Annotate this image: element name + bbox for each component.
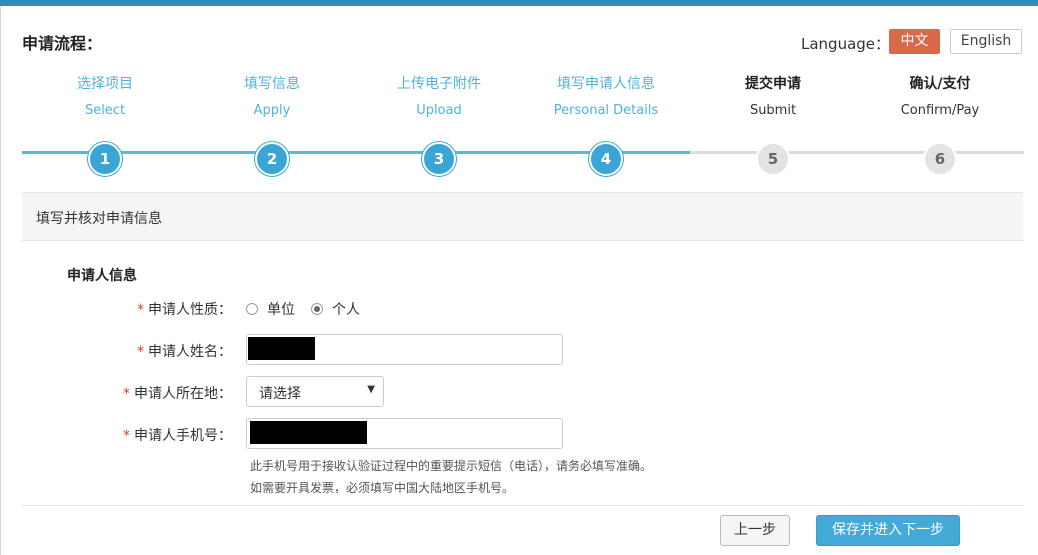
top-accent-bar: [0, 0, 1038, 6]
location-select-value: 请选择: [259, 386, 301, 402]
step-label-en: Apply: [253, 103, 291, 118]
applicant-location-label-text: 申请人所在地：: [134, 386, 232, 402]
step-number: 5: [756, 142, 790, 176]
required-asterisk: *: [137, 344, 144, 360]
required-asterisk: *: [137, 302, 144, 318]
left-border: [0, 6, 1, 555]
step-label-cn: 填写申请人信息: [557, 76, 655, 92]
step-apply: 填写信息 Apply 2: [192, 74, 352, 176]
step-label-cn: 提交申请: [745, 76, 801, 92]
nature-option-organization-label: 单位: [267, 302, 295, 318]
radio-checked-icon[interactable]: [311, 303, 323, 315]
applicant-phone-label-text: 申请人手机号：: [134, 428, 232, 444]
page-title: 申请流程：: [22, 34, 103, 53]
step-upload: 上传电子附件 Upload 3: [359, 74, 519, 176]
redacted-value: [248, 337, 315, 360]
applicant-name-input[interactable]: [246, 334, 563, 365]
applicant-phone-input[interactable]: [246, 418, 563, 449]
applicant-nature-radio-group: 单位 个人: [246, 299, 376, 319]
language-chinese-button[interactable]: 中文: [889, 29, 940, 54]
applicant-info-heading: 申请人信息: [67, 268, 137, 284]
nature-option-organization[interactable]: 单位: [246, 299, 295, 319]
step-select: 选择项目 Select 1: [25, 74, 185, 176]
applicant-nature-label: * 申请人性质：: [0, 299, 234, 319]
step-label-en: Upload: [416, 103, 462, 118]
section-title: 填写并核对申请信息: [36, 211, 162, 227]
phone-hint-text: 此手机号用于接收认验证过程中的重要提示短信（电话），请务必填写准确。如需要开具发…: [250, 459, 653, 495]
applicant-name-label: * 申请人姓名：: [0, 341, 234, 361]
footer-divider: [22, 505, 1023, 506]
step-label-en: Personal Details: [553, 103, 659, 118]
step-label-cn: 填写信息: [244, 76, 300, 92]
step-number: 2: [255, 142, 289, 176]
step-label-cn: 确认/支付: [909, 76, 971, 92]
step-number: 6: [923, 142, 957, 176]
step-confirm-pay: 确认/支付 Confirm/Pay 6: [860, 74, 1020, 176]
step-number: 3: [422, 142, 456, 176]
step-number: 4: [589, 142, 623, 176]
applicant-phone-label: * 申请人手机号：: [0, 425, 234, 445]
step-personal-details: 填写申请人信息 Personal Details 4: [526, 74, 686, 176]
language-label: Language：: [801, 35, 891, 53]
previous-step-button[interactable]: 上一步: [720, 515, 790, 546]
applicant-nature-label-text: 申请人性质：: [148, 302, 232, 318]
step-label-en: Submit: [749, 103, 797, 118]
save-and-next-button[interactable]: 保存并进入下一步: [816, 515, 960, 546]
language-english-button[interactable]: English: [950, 29, 1022, 54]
dropdown-arrow-icon: ▼: [367, 384, 375, 395]
redacted-value: [250, 421, 367, 444]
step-label-en: Select: [84, 103, 126, 118]
applicant-location-label: * 申请人所在地：: [0, 383, 234, 403]
step-label-en: Confirm/Pay: [900, 103, 980, 118]
step-label-cn: 上传电子附件: [397, 76, 481, 92]
step-number: 1: [88, 142, 122, 176]
applicant-location-select[interactable]: 请选择 ▼: [246, 376, 384, 407]
applicant-name-label-text: 申请人姓名：: [148, 344, 232, 360]
required-asterisk: *: [123, 428, 130, 444]
step-label-cn: 选择项目: [77, 76, 133, 92]
required-asterisk: *: [123, 386, 130, 402]
nature-option-individual[interactable]: 个人: [311, 299, 360, 319]
nature-option-individual-label: 个人: [332, 302, 360, 318]
section-header: 填写并核对申请信息: [22, 192, 1023, 241]
radio-unchecked-icon[interactable]: [246, 303, 258, 315]
step-submit: 提交申请 Submit 5: [693, 74, 853, 176]
